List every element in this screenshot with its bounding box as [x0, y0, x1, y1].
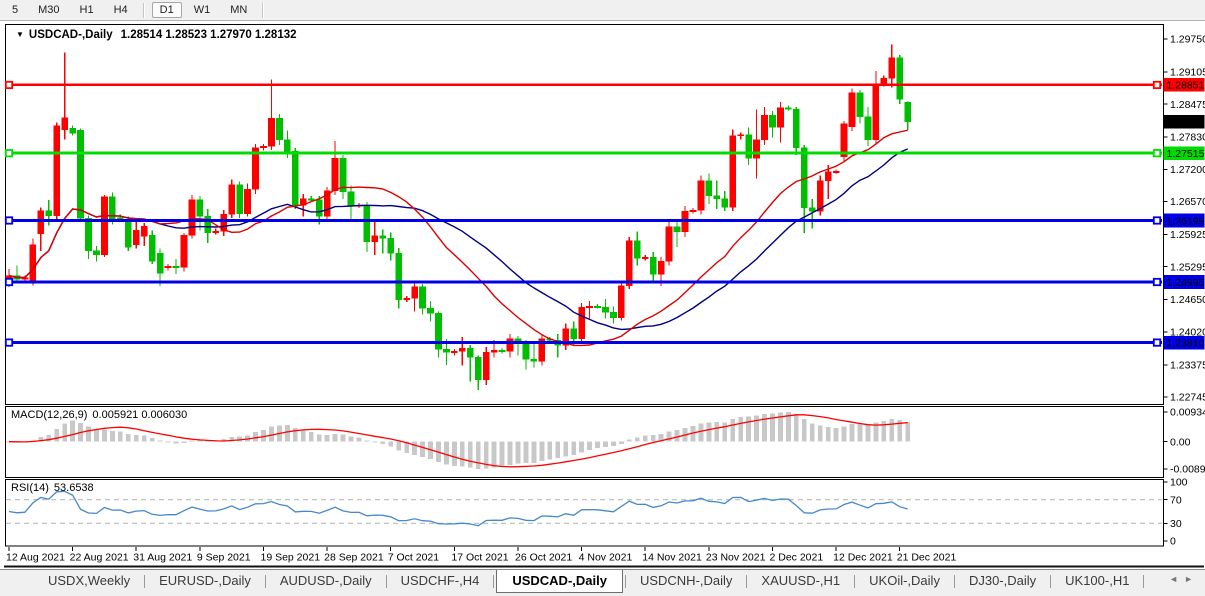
svg-text:-0.008905: -0.008905	[1170, 464, 1205, 476]
svg-text:0.00: 0.00	[1170, 436, 1191, 448]
tab-scroll-right-icon[interactable]: ►	[1184, 574, 1199, 584]
svg-text:1.26570: 1.26570	[1170, 196, 1205, 208]
line-anchor-handle[interactable]	[4, 80, 14, 90]
svg-text:14 Nov 2021: 14 Nov 2021	[642, 552, 702, 564]
svg-text:1.27830: 1.27830	[1170, 132, 1205, 144]
chart-tab-usdchf[interactable]: USDCHF-,H4	[389, 570, 492, 592]
svg-text:1.26199: 1.26199	[1167, 215, 1205, 227]
price-badge: 1.28851	[1163, 78, 1205, 92]
price-badge: 1.23810	[1163, 335, 1205, 350]
svg-text:1.28851: 1.28851	[1167, 80, 1205, 92]
chart-tab-dj30[interactable]: DJ30-,Daily	[957, 570, 1048, 592]
svg-text:2 Dec 2021: 2 Dec 2021	[769, 552, 823, 564]
svg-text:12 Dec 2021: 12 Dec 2021	[833, 552, 893, 564]
svg-text:1.29105: 1.29105	[1170, 67, 1205, 79]
svg-text:1.27200: 1.27200	[1170, 164, 1205, 176]
chart-tab-usdcnh[interactable]: USDCNH-,Daily	[628, 570, 744, 592]
line-anchor-handle[interactable]	[4, 277, 14, 287]
chart-tab-ukoil[interactable]: UKOil-,Daily	[857, 570, 952, 592]
macd-name: MACD(12,26,9)	[11, 409, 88, 421]
tab-divider	[1050, 575, 1052, 588]
price-axis: 1.29750 1.29105 1.28475 1.27830 1.27200 1.265…	[1163, 34, 1205, 404]
svg-text:1.28132: 1.28132	[1167, 116, 1205, 128]
svg-text:21 Dec 2021: 21 Dec 2021	[897, 552, 957, 564]
chart-title: ▼ USDCAD-,Daily 1.28514 1.28523 1.27970 1.…	[16, 29, 297, 41]
svg-text:1.24995: 1.24995	[1167, 277, 1205, 289]
line-anchor-handle[interactable]	[1152, 216, 1162, 225]
tab-divider	[854, 575, 856, 588]
svg-text:31 Aug 2021: 31 Aug 2021	[133, 552, 192, 564]
chart-tab-xauusd[interactable]: XAUUSD-,H1	[749, 570, 852, 592]
chart-symbol-period: USDCAD-,Daily	[28, 29, 113, 41]
svg-text:1.22745: 1.22745	[1170, 392, 1205, 404]
macd-values: 0.005921 0.006030	[92, 409, 188, 421]
svg-text:9 Sep 2021: 9 Sep 2021	[197, 552, 251, 564]
svg-text:1.23375: 1.23375	[1170, 359, 1205, 371]
chart-tab-usdx[interactable]: USDX,Weekly	[36, 570, 142, 592]
macd-axis: 0.009345 0.00 -0.008905	[1163, 407, 1205, 476]
line-anchor-handle[interactable]	[4, 149, 14, 158]
svg-text:0.009345: 0.009345	[1170, 407, 1205, 419]
line-anchor-handle[interactable]	[4, 216, 14, 225]
svg-text:70: 70	[1170, 494, 1182, 506]
tab-divider	[385, 575, 387, 588]
svg-text:1.27515: 1.27515	[1167, 148, 1205, 160]
svg-text:26 Oct 2021: 26 Oct 2021	[515, 552, 572, 564]
svg-text:23 Nov 2021: 23 Nov 2021	[706, 552, 766, 564]
macd-indicator-label: MACD(12,26,9) 0.005921 0.006030	[11, 409, 187, 421]
price-badge: 1.26199	[1163, 213, 1205, 228]
svg-text:22 Aug 2021: 22 Aug 2021	[70, 552, 129, 564]
line-anchor-handle[interactable]	[1152, 80, 1162, 90]
svg-text:1.25925: 1.25925	[1170, 229, 1205, 241]
price-badge: 1.27515	[1163, 146, 1205, 161]
price-badge: 1.24995	[1163, 275, 1205, 289]
rsi-indicator-label: RSI(14) 53.6538	[11, 482, 94, 494]
chart-tab-bar: USDX,Weekly EURUSD-,Daily AUDUSD-,Daily USD…	[0, 569, 1205, 596]
svg-text:7 Oct 2021: 7 Oct 2021	[388, 552, 440, 564]
svg-text:1.23810: 1.23810	[1167, 337, 1205, 349]
rsi-value: 53.6538	[53, 482, 94, 494]
svg-text:17 Oct 2021: 17 Oct 2021	[451, 552, 508, 564]
tab-divider	[746, 575, 748, 588]
tab-divider	[624, 575, 626, 588]
svg-text:100: 100	[1170, 477, 1188, 489]
chart-tab-audusd[interactable]: AUDUSD-,Daily	[268, 570, 384, 592]
svg-text:1.24650: 1.24650	[1170, 294, 1205, 306]
tab-scroll-left-icon[interactable]: ◄	[1169, 574, 1184, 584]
tab-divider	[953, 575, 955, 588]
chart-ohlc-values: 1.28514 1.28523 1.27970 1.28132	[120, 29, 297, 41]
chart-tab-uk100[interactable]: UK100-,H1	[1053, 570, 1141, 592]
svg-text:1.29750: 1.29750	[1170, 34, 1205, 46]
mt4-chart-window: 5 M30 H1 H4 D1 W1 MN 1.29750 1.29105 1.28475 1.27…	[0, 0, 1205, 596]
tab-scroll-arrows: ◄►	[1169, 574, 1199, 584]
line-anchor-handle[interactable]	[1152, 149, 1162, 158]
svg-text:4 Nov 2021: 4 Nov 2021	[579, 552, 633, 564]
date-axis: 12 Aug 2021 22 Aug 2021 31 Aug 2021 9 Sep 2…	[6, 547, 956, 564]
rsi-name: RSI(14)	[11, 482, 49, 494]
line-anchor-handle[interactable]	[1152, 338, 1162, 347]
svg-text:12 Aug 2021: 12 Aug 2021	[6, 552, 65, 564]
chart-tab-usdcad[interactable]: USDCAD-,Daily	[496, 570, 623, 593]
price-badge: 1.28132	[1163, 114, 1205, 129]
chart-canvas: 1.29750 1.29105 1.28475 1.27830 1.27200 1.265…	[4, 24, 1205, 568]
line-anchor-handle[interactable]	[4, 338, 14, 347]
tab-divider	[144, 575, 146, 588]
svg-text:28 Sep 2021: 28 Sep 2021	[324, 552, 384, 564]
svg-text:1.25295: 1.25295	[1170, 261, 1205, 273]
tab-divider	[493, 575, 495, 588]
rsi-axis: 100 70 30 0	[1163, 477, 1188, 548]
panel-borders	[4, 24, 1204, 568]
svg-text:30: 30	[1170, 518, 1182, 530]
tab-divider	[264, 575, 266, 588]
tab-divider	[1143, 575, 1145, 588]
chart-tab-eurusd[interactable]: EURUSD-,Daily	[147, 570, 263, 592]
line-anchor-handle[interactable]	[1152, 277, 1162, 287]
symbol-dropdown-icon[interactable]: ▼	[16, 30, 24, 39]
svg-text:19 Sep 2021: 19 Sep 2021	[260, 552, 320, 564]
svg-text:1.28475: 1.28475	[1170, 99, 1205, 111]
svg-text:0: 0	[1170, 536, 1176, 548]
